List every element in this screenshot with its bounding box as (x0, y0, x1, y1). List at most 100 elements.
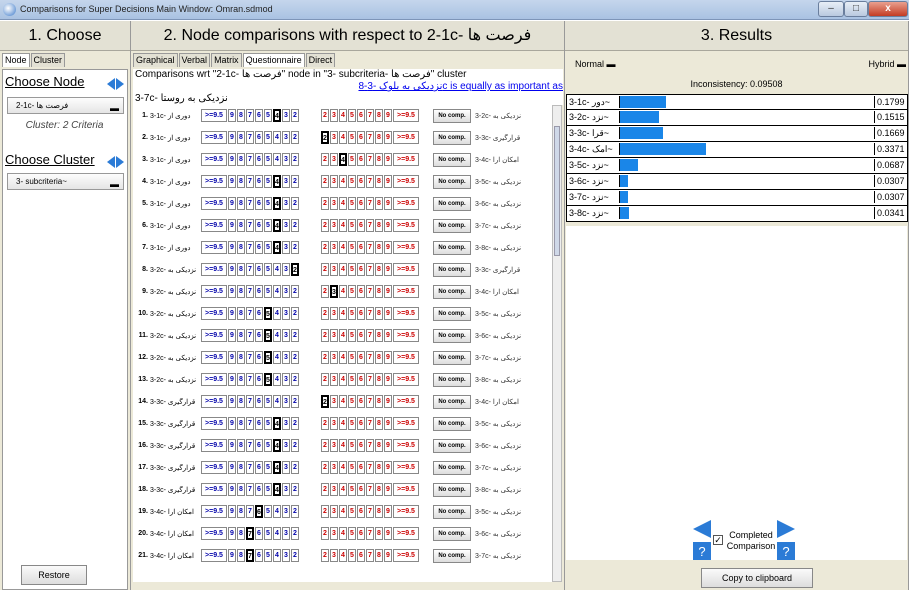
scale-cell[interactable]: 5 (348, 219, 356, 232)
scale-cell[interactable]: 6 (357, 263, 365, 276)
scale-cell[interactable]: 2 (291, 373, 299, 386)
scale-cell[interactable]: 3 (330, 351, 338, 364)
scale-cell[interactable]: 4 (273, 219, 281, 232)
scale-cell[interactable]: 9 (384, 109, 392, 122)
scale-cell[interactable]: 8 (237, 109, 245, 122)
scale-cell[interactable]: 8 (237, 527, 245, 540)
scale-cell[interactable]: 7 (366, 263, 374, 276)
scale-cell[interactable]: 6 (255, 395, 263, 408)
scale-cell[interactable]: 9 (384, 439, 392, 452)
scale-cell[interactable]: 3 (330, 197, 338, 210)
scale-cell[interactable]: 2 (291, 131, 299, 144)
scale-cell[interactable]: 3 (330, 307, 338, 320)
scale-cell[interactable]: 8 (375, 527, 383, 540)
scale-cell[interactable]: 6 (255, 285, 263, 298)
scale-cell[interactable]: 7 (246, 329, 254, 342)
scale-cell[interactable]: 9 (228, 153, 236, 166)
scale-cell[interactable]: 7 (366, 483, 374, 496)
scale-cell[interactable]: >=9.5 (201, 197, 227, 210)
scale-cell[interactable]: >=9.5 (201, 109, 227, 122)
scale-cell[interactable]: 4 (339, 505, 347, 518)
scale-cell[interactable]: 7 (366, 285, 374, 298)
scale-cell[interactable]: 4 (273, 373, 281, 386)
scale-cell[interactable]: 2 (291, 307, 299, 320)
scale-cell[interactable]: 3 (282, 351, 290, 364)
scale-cell[interactable]: 4 (339, 461, 347, 474)
scale-cell[interactable]: 7 (366, 417, 374, 430)
scale-cell[interactable]: 6 (357, 241, 365, 254)
scale-cell[interactable]: 7 (246, 439, 254, 452)
no-comp-button[interactable]: No comp. (433, 527, 471, 541)
scale-cell[interactable]: 4 (273, 549, 281, 562)
scale-cell[interactable]: 8 (237, 395, 245, 408)
scale-cell[interactable]: 3 (330, 329, 338, 342)
scale-cell[interactable]: 8 (375, 395, 383, 408)
scale-cell[interactable]: 7 (246, 505, 254, 518)
scale-cell[interactable]: 4 (273, 153, 281, 166)
scale-cell[interactable]: 5 (348, 131, 356, 144)
scale-cell[interactable]: 7 (246, 461, 254, 474)
no-comp-button[interactable]: No comp. (433, 461, 471, 475)
scale-cell[interactable]: >=9.5 (393, 505, 419, 518)
arrow-right-icon[interactable] (777, 520, 795, 538)
scale-cell[interactable]: 6 (255, 505, 263, 518)
scale-cell[interactable]: 9 (228, 285, 236, 298)
scale-cell[interactable]: >=9.5 (393, 461, 419, 474)
scale-cell[interactable]: 3 (330, 483, 338, 496)
scale-cell[interactable]: 9 (228, 263, 236, 276)
scale-cell[interactable]: 6 (255, 307, 263, 320)
scale-cell[interactable]: 6 (255, 219, 263, 232)
scale-cell[interactable]: 5 (348, 373, 356, 386)
scale-cell[interactable]: >=9.5 (393, 439, 419, 452)
scale-cell[interactable]: >=9.5 (201, 307, 227, 320)
scale-cell[interactable]: 8 (237, 461, 245, 474)
scale-cell[interactable]: 2 (321, 549, 329, 562)
scale-cell[interactable]: 6 (357, 439, 365, 452)
scale-cell[interactable]: 9 (228, 527, 236, 540)
scale-cell[interactable]: 8 (237, 307, 245, 320)
scale-cell[interactable]: 4 (273, 241, 281, 254)
help-icon[interactable]: ? (693, 542, 711, 560)
scale-cell[interactable]: >=9.5 (393, 153, 419, 166)
scale-cell[interactable]: 8 (375, 131, 383, 144)
scale-cell[interactable]: 9 (228, 505, 236, 518)
scale-cell[interactable]: >=9.5 (201, 527, 227, 540)
scale-cell[interactable]: 8 (375, 351, 383, 364)
scale-cell[interactable]: >=9.5 (393, 219, 419, 232)
scale-cell[interactable]: 6 (255, 153, 263, 166)
scale-cell[interactable]: 6 (357, 505, 365, 518)
scale-cell[interactable]: 3 (330, 373, 338, 386)
scale-cell[interactable]: 7 (366, 307, 374, 320)
scrollbar-thumb[interactable] (554, 126, 560, 256)
scale-cell[interactable]: >=9.5 (201, 461, 227, 474)
scale-cell[interactable]: 5 (264, 131, 272, 144)
scale-cell[interactable]: >=9.5 (201, 395, 227, 408)
scale-cell[interactable]: 7 (366, 153, 374, 166)
scale-cell[interactable]: 4 (339, 439, 347, 452)
scale-cell[interactable]: 9 (228, 131, 236, 144)
scale-cell[interactable]: 2 (321, 395, 329, 408)
cluster-nav-arrows-icon[interactable] (107, 156, 125, 168)
scale-cell[interactable]: 3 (330, 131, 338, 144)
scale-cell[interactable]: 5 (348, 241, 356, 254)
no-comp-button[interactable]: No comp. (433, 109, 471, 123)
scale-cell[interactable]: 2 (291, 197, 299, 210)
scale-cell[interactable]: 8 (237, 131, 245, 144)
scale-cell[interactable]: >=9.5 (201, 175, 227, 188)
scale-cell[interactable]: 3 (330, 395, 338, 408)
scale-cell[interactable]: 7 (246, 307, 254, 320)
scale-cell[interactable]: 5 (348, 549, 356, 562)
scale-cell[interactable]: 3 (330, 417, 338, 430)
scale-cell[interactable]: 8 (237, 285, 245, 298)
scale-cell[interactable]: 8 (375, 307, 383, 320)
scale-cell[interactable]: 7 (366, 549, 374, 562)
no-comp-button[interactable]: No comp. (433, 373, 471, 387)
scale-cell[interactable]: 5 (264, 439, 272, 452)
scale-cell[interactable]: 4 (339, 417, 347, 430)
no-comp-button[interactable]: No comp. (433, 219, 471, 233)
scale-cell[interactable]: 4 (273, 439, 281, 452)
no-comp-button[interactable]: No comp. (433, 417, 471, 431)
scale-cell[interactable]: 4 (273, 329, 281, 342)
scale-cell[interactable]: 4 (339, 373, 347, 386)
scale-cell[interactable]: >=9.5 (201, 263, 227, 276)
